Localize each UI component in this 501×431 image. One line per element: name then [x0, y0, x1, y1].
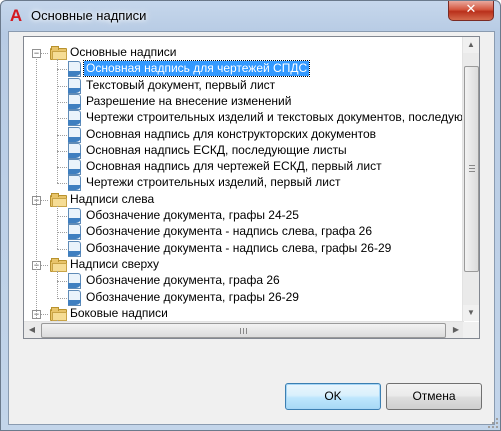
folder-icon — [50, 306, 67, 321]
horizontal-scrollbar[interactable]: ◀ ▶ — [24, 321, 464, 338]
grip-line — [240, 328, 241, 334]
tree-item-label[interactable]: Чертежи строительных изделий, первый лис… — [84, 175, 342, 190]
tree-connector — [57, 59, 58, 184]
dialog-window: A Основные надписи ✕ − Основные надписи Ос… — [0, 0, 501, 431]
tree-connector — [57, 167, 67, 169]
document-icon — [68, 126, 81, 143]
tree-connector — [57, 270, 58, 298]
horizontal-scroll-thumb[interactable] — [41, 323, 446, 338]
tree-viewport: − Основные надписи Основная надпись для че… — [24, 37, 464, 321]
tree-item-row[interactable]: Обозначение документа, графы 24-25 — [24, 208, 464, 224]
folder-icon — [50, 46, 67, 60]
tree-connector — [57, 297, 67, 299]
tree-item-label[interactable]: Чертежи строительных изделий и текстовых… — [84, 110, 464, 125]
autocad-logo-icon: A — [9, 6, 23, 25]
document-icon — [68, 77, 81, 94]
tree-item-row[interactable]: Основная надпись ЕСКД, последующие листы — [24, 142, 464, 159]
tree-item-label[interactable]: Основная надпись для чертежей СПДС — [82, 60, 311, 78]
tree-item-row[interactable]: Обозначение документа - надпись слева, г… — [24, 224, 464, 241]
tree-group-row[interactable]: − Боковые надписи — [24, 306, 464, 321]
tree-item-label[interactable]: Обозначение документа, графа 26 — [84, 273, 282, 288]
scrollbar-corner — [463, 322, 479, 338]
scroll-left-arrow-icon[interactable]: ◀ — [24, 322, 40, 338]
cancel-button[interactable]: Отмена — [386, 383, 482, 410]
title-bar[interactable]: A Основные надписи ✕ — [1, 1, 500, 31]
tree-connector — [57, 69, 67, 71]
grip-line — [469, 165, 475, 166]
tree-group-row[interactable]: − Надписи слева — [24, 192, 464, 208]
tree-item-row[interactable]: Чертежи строительных изделий и текстовых… — [24, 110, 464, 127]
tree-item-label[interactable]: Обозначение документа, графы 24-25 — [84, 208, 301, 223]
tree-item-row[interactable]: Основная надпись для чертежей ЕСКД, перв… — [24, 159, 464, 176]
document-icon — [68, 224, 81, 241]
tree-item-label[interactable]: Основная надпись ЕСКД, последующие листы — [84, 143, 349, 158]
tree-connector — [57, 205, 58, 249]
tree-connector — [41, 264, 48, 266]
tree-item-label[interactable]: Основная надпись для конструкторских док… — [84, 127, 378, 142]
folder-icon — [50, 257, 67, 272]
tree-connector — [57, 248, 67, 250]
tree-connector — [57, 85, 67, 87]
document-icon — [68, 93, 81, 110]
tree-connector — [57, 134, 67, 136]
tree-group-row[interactable]: − Основные надписи — [24, 45, 464, 61]
resize-grip-icon[interactable] — [488, 418, 498, 428]
tree-connector — [57, 281, 67, 283]
tree-connector — [41, 199, 48, 201]
tree-item-label[interactable]: Разрешение на внесение изменений — [84, 94, 293, 109]
vertical-scrollbar[interactable]: ▲ ▼ — [462, 37, 479, 321]
grip-line — [469, 171, 475, 172]
document-icon — [68, 110, 81, 127]
document-icon — [68, 240, 81, 257]
scroll-down-arrow-icon[interactable]: ▼ — [463, 305, 479, 321]
tree-connector — [41, 53, 48, 54]
tree-item-row[interactable]: Обозначение документа, графы 26-29 — [24, 289, 464, 306]
document-icon — [68, 142, 81, 159]
tree-connector — [57, 118, 67, 120]
tree-connector — [41, 313, 48, 315]
tree-item-row[interactable]: Обозначение документа, графа 26 — [24, 273, 464, 290]
tree-item-row[interactable]: Разрешение на внесение изменений — [24, 93, 464, 110]
document-icon — [68, 208, 81, 224]
tree-group-label[interactable]: Надписи сверху — [68, 257, 161, 272]
tree-item-label[interactable]: Текстовый документ, первый лист — [84, 78, 277, 93]
title-block-tree[interactable]: − Основные надписи Основная надпись для че… — [23, 36, 480, 339]
scroll-up-arrow-icon[interactable]: ▲ — [463, 37, 479, 53]
tree-item-row[interactable]: Чертежи строительных изделий, первый лис… — [24, 175, 464, 192]
tree-item-label[interactable]: Обозначение документа, графы 26-29 — [84, 290, 301, 305]
tree-connector — [57, 101, 67, 103]
tree-connector — [57, 232, 67, 234]
tree-item-row[interactable]: Обозначение документа - надпись слева, г… — [24, 240, 464, 257]
document-icon — [68, 61, 81, 78]
tree-connector — [36, 57, 37, 318]
tree-item-row[interactable]: Основная надпись для чертежей СПДС — [24, 60, 464, 78]
document-icon — [68, 273, 81, 290]
tree-item-label[interactable]: Основная надпись для чертежей ЕСКД, перв… — [84, 159, 384, 174]
window-title: Основные надписи — [31, 8, 147, 23]
tree-group-label[interactable]: Надписи слева — [68, 192, 156, 207]
tree-connector — [57, 183, 67, 185]
tree-item-row[interactable]: Текстовый документ, первый лист — [24, 77, 464, 94]
grip-line — [469, 168, 475, 169]
tree-item-label[interactable]: Обозначение документа - надпись слева, г… — [84, 224, 374, 239]
document-icon — [68, 175, 81, 192]
document-icon — [68, 159, 81, 176]
grip-line — [243, 328, 244, 334]
tree-group-label[interactable]: Боковые надписи — [68, 306, 170, 321]
ok-button[interactable]: OK — [285, 383, 381, 410]
tree-group-label[interactable]: Основные надписи — [68, 45, 178, 60]
document-icon — [68, 289, 81, 306]
tree-item-label[interactable]: Обозначение документа - надпись слева, г… — [84, 241, 393, 256]
tree-connector — [57, 150, 67, 152]
tree-group-row[interactable]: − Надписи сверху — [24, 257, 464, 273]
tree-item-row[interactable]: Основная надпись для конструкторских док… — [24, 126, 464, 143]
tree-connector — [57, 216, 67, 217]
grip-line — [246, 328, 247, 334]
folder-icon — [50, 192, 67, 207]
scroll-right-arrow-icon[interactable]: ▶ — [448, 322, 464, 338]
vertical-scroll-thumb[interactable] — [464, 66, 479, 272]
close-button[interactable]: ✕ — [448, 1, 494, 21]
